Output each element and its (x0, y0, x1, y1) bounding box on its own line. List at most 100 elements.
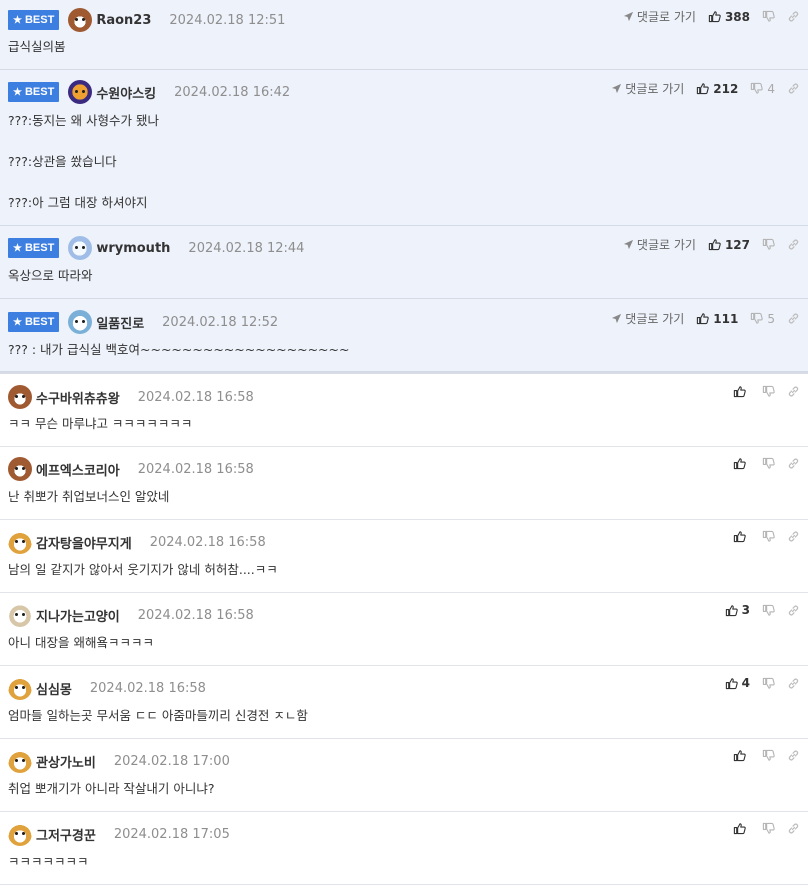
comment-date: 2024.02.18 12:44 (188, 240, 305, 256)
comment-actions (721, 749, 800, 762)
like-button[interactable] (733, 385, 750, 398)
comment-text: ???:동지는 왜 사형수가 됐나 ???:상관을 쐈습니다 ???:아 그럼 … (8, 113, 160, 210)
copy-link-button[interactable] (787, 604, 800, 617)
puppy-avatar-icon[interactable] (8, 603, 32, 627)
comment-date: 2024.02.18 16:58 (89, 680, 206, 696)
dislike-button[interactable] (762, 604, 775, 617)
author-nickname[interactable]: 심심몽 (36, 679, 72, 698)
comment-header: ★ BEST wrymouth 2024.02.18 12:44 (8, 236, 304, 260)
like-count: 212 (713, 81, 739, 96)
like-button[interactable]: 3 (725, 603, 750, 617)
best-badge: ★ BEST (8, 238, 60, 258)
thumbs-down-icon (751, 82, 764, 94)
author-nickname[interactable]: 수원야스킹 (96, 83, 156, 102)
thumbs-down-icon (751, 312, 764, 324)
copy-link-button[interactable] (787, 822, 800, 835)
link-icon (788, 11, 799, 22)
author-nickname[interactable]: 지나가는고양이 (36, 606, 120, 625)
like-count: 127 (724, 237, 750, 252)
dislike-button[interactable]: 4 (750, 82, 775, 96)
reply-link[interactable]: 댓글로 가기 (623, 8, 696, 25)
like-button[interactable]: 4 (725, 676, 750, 690)
cat-avatar-icon[interactable] (68, 80, 93, 104)
fox-avatar-icon[interactable] (8, 530, 32, 554)
like-button[interactable]: 111 (696, 312, 738, 326)
thumbs-up-icon (708, 11, 721, 23)
dog-avatar-icon[interactable] (8, 457, 32, 481)
link-icon (788, 458, 799, 469)
author-nickname[interactable]: wrymouth (96, 241, 170, 256)
author-nickname[interactable]: 수구바위츄츄왕 (36, 388, 120, 407)
comment-actions (721, 385, 800, 398)
dislike-button[interactable] (762, 822, 775, 835)
comment-header: ★ BEST 수원야스킹 2024.02.18 16:42 (8, 80, 290, 104)
send-arrow-icon (612, 313, 622, 324)
like-button[interactable]: 127 (708, 238, 750, 252)
link-icon (788, 823, 799, 834)
like-button[interactable] (733, 457, 750, 470)
like-button[interactable] (733, 530, 750, 543)
best-comments-section: ★ BEST Raon23 2024.02.18 12:51 댓글로 가기 388… (0, 0, 808, 372)
star-icon: ★ (13, 14, 22, 26)
comment-date: 2024.02.18 12:52 (162, 314, 279, 330)
reply-link[interactable]: 댓글로 가기 (611, 310, 684, 327)
copy-link-button[interactable] (787, 312, 800, 325)
dislike-button[interactable] (762, 749, 775, 762)
copy-link-button[interactable] (787, 10, 800, 23)
copy-link-button[interactable] (787, 238, 800, 251)
dislike-button[interactable] (762, 385, 775, 398)
copy-link-button[interactable] (787, 530, 800, 543)
comment-item: 심심몽 2024.02.18 16:58 4 엄마들 일하는곳 무서움 ㄷㄷ 아… (0, 666, 808, 739)
dislike-count: 4 (767, 81, 775, 96)
dislike-button[interactable] (762, 457, 775, 470)
like-count: 3 (741, 603, 750, 617)
comment-date: 2024.02.18 16:58 (137, 389, 254, 405)
author-nickname[interactable]: 그저구경꾼 (36, 825, 96, 844)
author-nickname[interactable]: 감자탕을야무지게 (36, 533, 132, 552)
dog-avatar-icon[interactable] (8, 385, 32, 409)
dislike-button[interactable] (762, 530, 775, 543)
like-button[interactable]: 388 (708, 10, 750, 24)
send-arrow-icon (623, 11, 634, 22)
like-button[interactable] (733, 822, 750, 835)
ghost-avatar-icon[interactable] (68, 236, 93, 260)
comment-text: 급식실의봄 (8, 39, 66, 54)
like-button[interactable]: 212 (696, 82, 738, 96)
like-button[interactable] (733, 749, 750, 762)
thumbs-down-icon (762, 530, 775, 542)
comment-header: 관상가노비 2024.02.18 17:00 (8, 749, 230, 773)
dislike-button[interactable] (762, 238, 775, 251)
fox-avatar-icon[interactable] (8, 749, 32, 773)
dog-avatar-icon[interactable] (68, 8, 93, 32)
copy-link-button[interactable] (787, 677, 800, 690)
comment-actions: 댓글로 가기 388 (623, 8, 800, 25)
author-nickname[interactable]: 관상가노비 (36, 752, 96, 771)
thumbs-up-icon (697, 313, 710, 325)
comment-text: 난 취뽀가 취업보너스인 알았네 (8, 489, 170, 504)
fox-avatar-icon[interactable] (8, 676, 32, 700)
link-icon (788, 313, 799, 324)
copy-link-button[interactable] (787, 749, 800, 762)
reply-link[interactable]: 댓글로 가기 (623, 236, 696, 253)
thumbs-down-icon (762, 604, 775, 616)
copy-link-button[interactable] (787, 457, 800, 470)
author-nickname[interactable]: 에프엑스코리아 (36, 460, 120, 479)
dislike-button[interactable]: 5 (750, 312, 775, 326)
dislike-count: 5 (767, 311, 775, 326)
author-nickname[interactable]: 일품진로 (96, 313, 144, 332)
comment-actions: 댓글로 가기 111 5 (611, 310, 800, 327)
author-nickname[interactable]: Raon23 (96, 13, 151, 28)
fox-avatar-icon[interactable] (8, 822, 32, 846)
copy-link-button[interactable] (787, 385, 800, 398)
dislike-button[interactable] (762, 677, 775, 690)
link-icon (788, 605, 799, 615)
comment-item: 에프엑스코리아 2024.02.18 16:58 난 취뽀가 취업보너스인 알았… (0, 447, 808, 520)
thumbs-down-icon (762, 10, 775, 22)
copy-link-button[interactable] (787, 82, 800, 95)
seal-avatar-icon[interactable] (68, 310, 93, 334)
comment-text: 옥상으로 따라와 (8, 268, 93, 283)
reply-link[interactable]: 댓글로 가기 (611, 80, 684, 97)
link-icon (788, 386, 799, 397)
comment-header: 수구바위츄츄왕 2024.02.18 16:58 (8, 385, 254, 409)
dislike-button[interactable] (762, 10, 775, 23)
